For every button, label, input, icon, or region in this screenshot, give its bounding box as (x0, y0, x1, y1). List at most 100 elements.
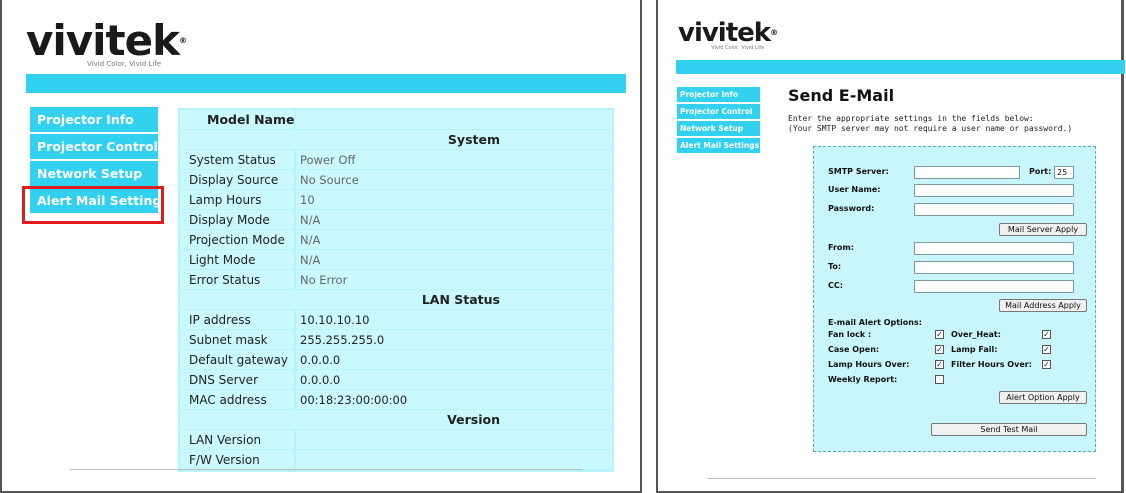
row-label: Lamp Hours (180, 190, 296, 210)
cc-input[interactable] (914, 280, 1074, 293)
page-title: Send E-Mail (788, 86, 895, 105)
to-label: To: (828, 262, 842, 271)
table-row: System Status Power Off (180, 150, 612, 170)
option-lamp-fail-label: Lamp Fail: (951, 345, 998, 354)
header-bar (676, 60, 1125, 74)
row-label: Subnet mask (180, 330, 296, 350)
row-value: N/A (296, 230, 612, 250)
lamp-hours-over-checkbox[interactable]: ✓ (935, 360, 944, 369)
table-row: Error Status No Error (180, 270, 612, 290)
nav-projector-info[interactable]: Projector Info (30, 107, 158, 132)
smtp-server-input[interactable] (914, 166, 1020, 179)
filter-hours-over-checkbox[interactable]: ✓ (1042, 360, 1051, 369)
nav-network-setup[interactable]: Network Setup (30, 161, 158, 186)
row-value: 0.0.0.0 (296, 370, 612, 390)
table-row: Default gateway 0.0.0.0 (180, 350, 612, 370)
option-over-heat-label: Over_Heat: (951, 330, 1001, 339)
table-row: Display Source No Source (180, 170, 612, 190)
alert-options-title: E-mail Alert Options: (828, 318, 922, 327)
row-value: 255.255.255.0 (296, 330, 612, 350)
send-email-window: vivitek® Vivid Color, Vivid Life Project… (656, 0, 1125, 493)
port-input[interactable]: 25 (1054, 166, 1074, 179)
mail-address-apply-button[interactable]: Mail Address Apply (999, 299, 1087, 312)
row-label: Error Status (180, 270, 296, 290)
sidebar-nav: Projector Info Projector Control Network… (677, 87, 760, 155)
row-label: Display Source (180, 170, 296, 190)
weekly-report-checkbox[interactable] (935, 375, 944, 384)
version-section-header: Version (180, 410, 612, 430)
nav-projector-control[interactable]: Projector Control (677, 104, 760, 119)
email-settings-form: SMTP Server: Port: 25 User Name: Passwor… (813, 146, 1096, 452)
logo-text: vivitek (678, 18, 771, 48)
row-value: 10.10.10.10 (296, 310, 612, 330)
table-row: MAC address 00:18:23:00:00:00 (180, 390, 612, 410)
option-case-open-label: Case Open: (828, 345, 880, 354)
table-row: IP address 10.10.10.10 (180, 310, 612, 330)
table-row: DNS Server 0.0.0.0 (180, 370, 612, 390)
row-value: No Source (296, 170, 612, 190)
send-test-mail-button[interactable]: Send Test Mail (931, 423, 1087, 436)
header-bar (26, 74, 626, 93)
password-input[interactable] (914, 203, 1074, 216)
footer-divider (70, 469, 583, 470)
to-input[interactable] (914, 261, 1074, 274)
alert-option-apply-button[interactable]: Alert Option Apply (999, 391, 1087, 404)
lan-status-section-header: LAN Status (180, 290, 612, 310)
table-row: F/W Version (180, 450, 612, 470)
cc-label: CC: (828, 281, 843, 290)
row-label: Projection Mode (180, 230, 296, 250)
footer-divider (708, 478, 1096, 479)
nav-projector-info[interactable]: Projector Info (677, 87, 760, 102)
row-label: MAC address (180, 390, 296, 410)
port-label: Port: (1029, 167, 1052, 176)
option-filter-hours-over-label: Filter Hours Over: (951, 360, 1032, 369)
fan-lock-checkbox[interactable]: ✓ (935, 330, 944, 339)
logo-text: vivitek (26, 16, 180, 65)
row-label: Default gateway (180, 350, 296, 370)
row-value: 00:18:23:00:00:00 (296, 390, 612, 410)
projector-info-table: Model Name System System Status Power Off… (178, 108, 614, 472)
vivitek-logo: vivitek® Vivid Color, Vivid Life (26, 20, 188, 69)
case-open-checkbox[interactable]: ✓ (935, 345, 944, 354)
nav-alert-mail-settings[interactable]: Alert Mail Settings (677, 138, 760, 153)
description-line-1: Enter the appropriate settings in the fi… (788, 114, 1034, 123)
row-value (296, 430, 612, 450)
row-value (296, 450, 612, 470)
row-value: 0.0.0.0 (296, 350, 612, 370)
row-label: IP address (180, 310, 296, 330)
smtp-server-label: SMTP Server: (828, 167, 889, 176)
alert-mail-highlight-box (22, 186, 164, 224)
table-row: Lamp Hours 10 (180, 190, 612, 210)
row-value: 10 (296, 190, 612, 210)
table-row: Display Mode N/A (180, 210, 612, 230)
option-weekly-report-label: Weekly Report: (828, 375, 898, 384)
user-name-label: User Name: (828, 185, 881, 194)
over-heat-checkbox[interactable]: ✓ (1042, 330, 1051, 339)
user-name-input[interactable] (914, 184, 1074, 197)
row-label: Light Mode (180, 250, 296, 270)
password-label: Password: (828, 204, 875, 213)
table-row: LAN Version (180, 430, 612, 450)
option-fan-lock-label: Fan lock : (828, 330, 872, 339)
registered-mark: ® (179, 36, 188, 45)
table-row: Model Name (180, 110, 612, 130)
lamp-fail-checkbox[interactable]: ✓ (1042, 345, 1051, 354)
vivitek-logo: vivitek® Vivid Color, Vivid Life (678, 20, 778, 51)
model-name-label: Model Name (180, 110, 296, 130)
mail-server-apply-button[interactable]: Mail Server Apply (999, 223, 1087, 236)
table-row: Projection Mode N/A (180, 230, 612, 250)
registered-mark: ® (770, 28, 779, 37)
system-section-header: System (180, 130, 612, 150)
table-row: Light Mode N/A (180, 250, 612, 270)
page-description: Enter the appropriate settings in the fi… (788, 114, 1072, 134)
row-value: N/A (296, 250, 612, 270)
row-label: System Status (180, 150, 296, 170)
nav-network-setup[interactable]: Network Setup (677, 121, 760, 136)
table-row: Subnet mask 255.255.255.0 (180, 330, 612, 350)
nav-projector-control[interactable]: Projector Control (30, 134, 158, 159)
from-input[interactable] (914, 242, 1074, 255)
row-label: LAN Version (180, 430, 296, 450)
row-value: Power Off (296, 150, 612, 170)
row-label: F/W Version (180, 450, 296, 470)
description-line-2: (Your SMTP server may not require a user… (788, 124, 1073, 133)
